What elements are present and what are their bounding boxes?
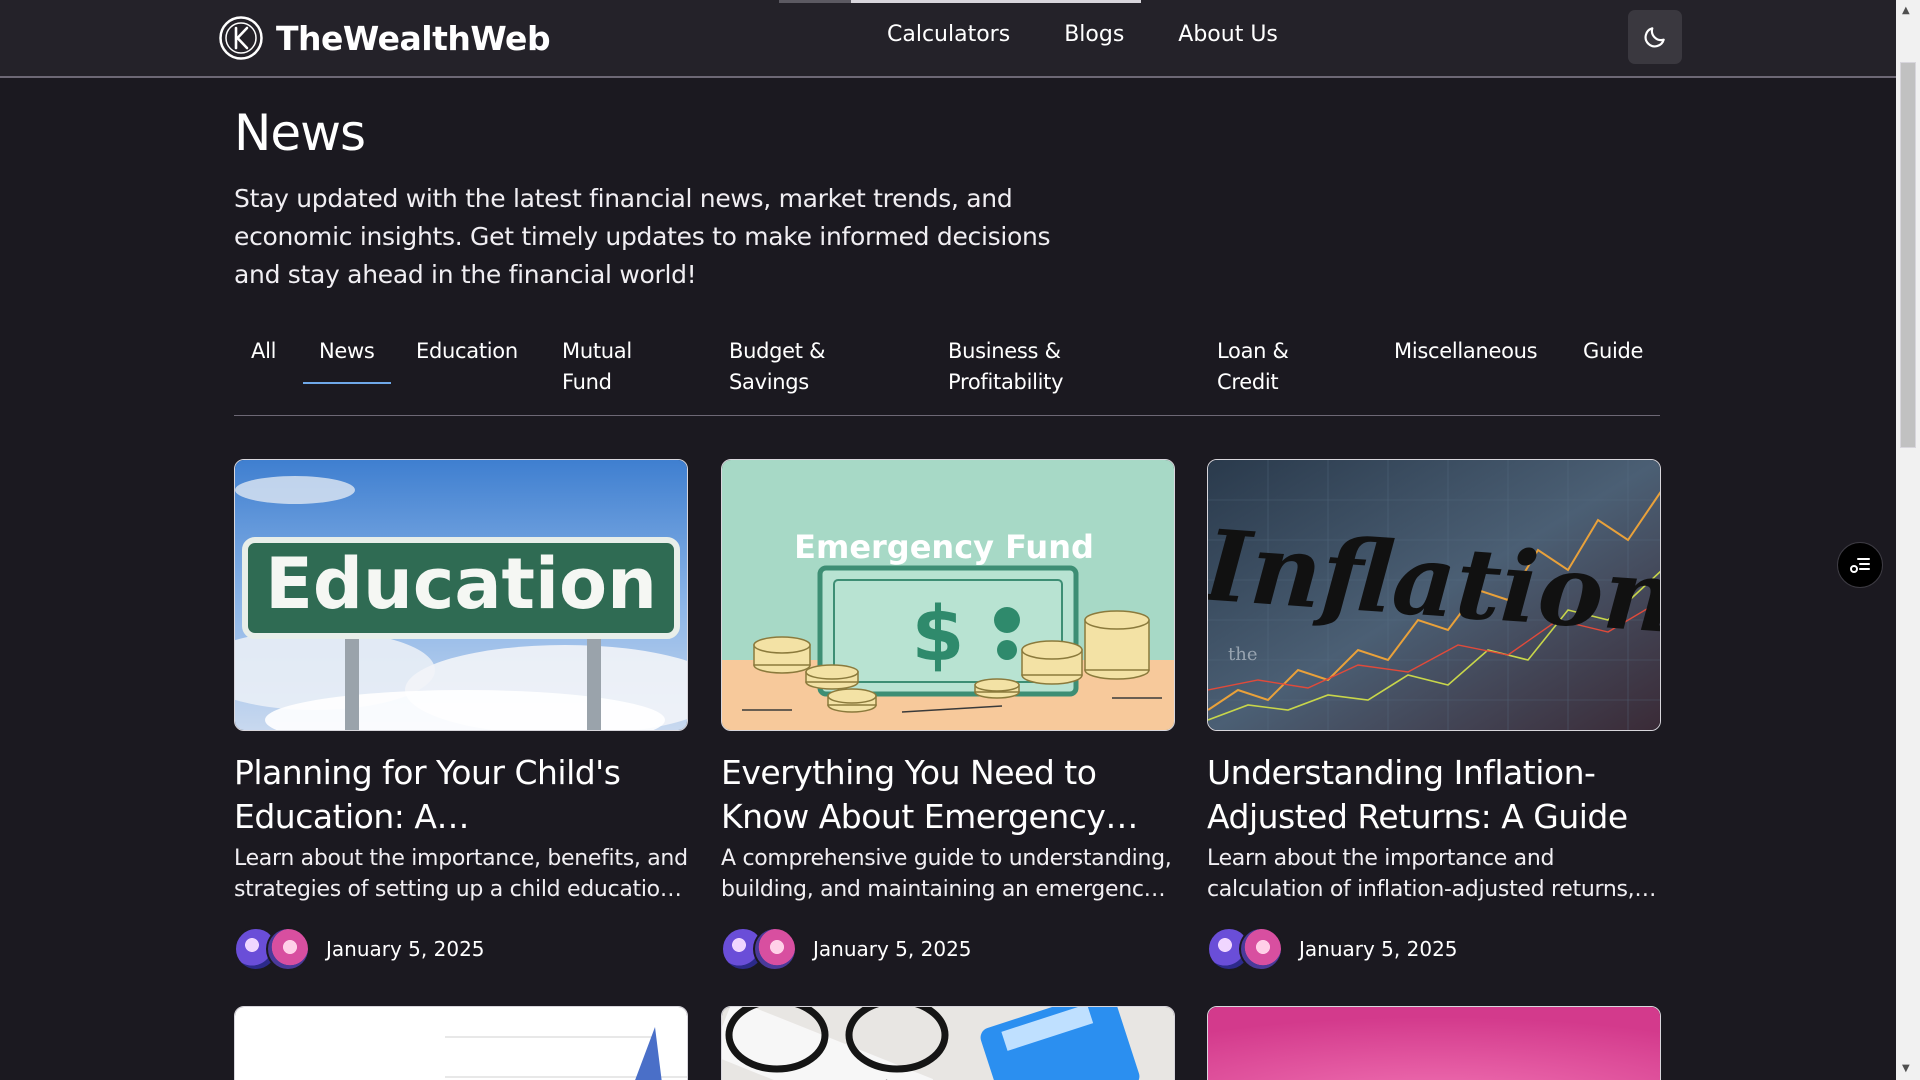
article-title[interactable]: Understanding Inflation-Adjusted Returns…: [1207, 751, 1661, 839]
article-description: A comprehensive guide to understanding, …: [721, 846, 1172, 902]
brand-logo[interactable]: TheWealthWeb: [218, 15, 551, 61]
theme-toggle-button[interactable]: [1628, 10, 1682, 64]
page-intro: Stay updated with the latest financial n…: [234, 184, 1051, 289]
article-card[interactable]: Education Planning for Your Child's Educ…: [234, 459, 688, 971]
inflation-chart-image: Inflation the: [1208, 460, 1660, 730]
article-title[interactable]: Everything You Need to Know About Emerge…: [721, 751, 1175, 839]
tab-business-profitability[interactable]: Business & Profitability: [948, 336, 1108, 398]
article-meta: January 5, 2025: [1207, 927, 1661, 971]
nav-about-us[interactable]: About Us: [1178, 22, 1278, 47]
scroll-up-arrow-icon[interactable]: ▲: [1902, 6, 1910, 16]
floating-filter-button[interactable]: [1837, 542, 1883, 588]
tab-all[interactable]: All: [251, 336, 276, 367]
avatar: [753, 927, 797, 971]
thumbnail-text: Education: [265, 543, 657, 625]
filter-list-icon: [1850, 558, 1870, 573]
article-thumbnail[interactable]: ET: [721, 1006, 1175, 1080]
avatar: [266, 927, 310, 971]
svg-text:$: $: [912, 589, 965, 678]
main-nav: Calculators Blogs About Us: [887, 22, 1278, 47]
article-description: Learn about the importance and calculati…: [1207, 846, 1635, 902]
article-card[interactable]: Emergency Fund $ Everything You Need to …: [721, 459, 1175, 971]
article-title[interactable]: Planning for Your Child's Education: A C…: [234, 751, 688, 839]
tab-budget-savings[interactable]: Budget & Savings: [729, 336, 859, 398]
article-date: January 5, 2025: [326, 937, 485, 961]
article-card[interactable]: Inflation the Understanding Inflation-Ad…: [1207, 459, 1661, 971]
pink-background-image: [1208, 1007, 1660, 1080]
article-thumbnail[interactable]: Inflation the: [1207, 459, 1661, 731]
page-title: News: [234, 104, 366, 162]
category-tabs: All News Education Mutual Fund Budget & …: [234, 336, 1660, 416]
article-thumbnail[interactable]: [1207, 1006, 1661, 1080]
brand-name: TheWealthWeb: [276, 18, 551, 58]
budget-calculator-image: ET: [722, 1007, 1174, 1080]
scrollbar-thumb[interactable]: [1900, 62, 1916, 448]
article-card[interactable]: [1207, 1006, 1661, 1080]
article-meta: January 5, 2025: [721, 927, 1175, 971]
nav-calculators[interactable]: Calculators: [887, 22, 1010, 47]
article-date: January 5, 2025: [1299, 937, 1458, 961]
tab-loan-credit[interactable]: Loan & Credit: [1217, 336, 1307, 398]
tab-mutual-fund[interactable]: Mutual Fund: [562, 336, 672, 398]
author-avatars: [721, 927, 797, 971]
tab-guide[interactable]: Guide: [1583, 336, 1643, 367]
article-card[interactable]: ET: [721, 1006, 1175, 1080]
tab-education[interactable]: Education: [416, 336, 518, 367]
svg-text:the: the: [1228, 644, 1257, 665]
article-card[interactable]: [234, 1006, 688, 1080]
avatar: [1239, 927, 1283, 971]
article-meta: January 5, 2025: [234, 927, 688, 971]
education-sign-image: Education: [235, 460, 687, 730]
nav-blogs[interactable]: Blogs: [1064, 22, 1124, 47]
page-loading-bar: [779, 0, 1141, 3]
thumbnail-text: Emergency Fund: [794, 528, 1094, 566]
moon-icon: [1644, 27, 1665, 48]
article-thumbnail[interactable]: Education: [234, 459, 688, 731]
author-avatars: [1207, 927, 1283, 971]
article-description: Learn about the importance, benefits, an…: [234, 846, 688, 902]
author-avatars: [234, 927, 310, 971]
logo-k-icon: [219, 16, 263, 60]
page-scrollbar[interactable]: ▲ ▼: [1896, 0, 1920, 1080]
article-thumbnail[interactable]: [234, 1006, 688, 1080]
tab-miscellaneous[interactable]: Miscellaneous: [1394, 336, 1538, 367]
site-header: TheWealthWeb Calculators Blogs About Us: [0, 0, 1896, 78]
scroll-down-arrow-icon[interactable]: ▼: [1902, 1064, 1910, 1074]
article-thumbnail[interactable]: Emergency Fund $: [721, 459, 1175, 731]
article-date: January 5, 2025: [813, 937, 972, 961]
chart-paper-image: [235, 1007, 687, 1080]
tab-news[interactable]: News: [303, 336, 390, 384]
emergency-fund-image: Emergency Fund $: [722, 460, 1174, 730]
